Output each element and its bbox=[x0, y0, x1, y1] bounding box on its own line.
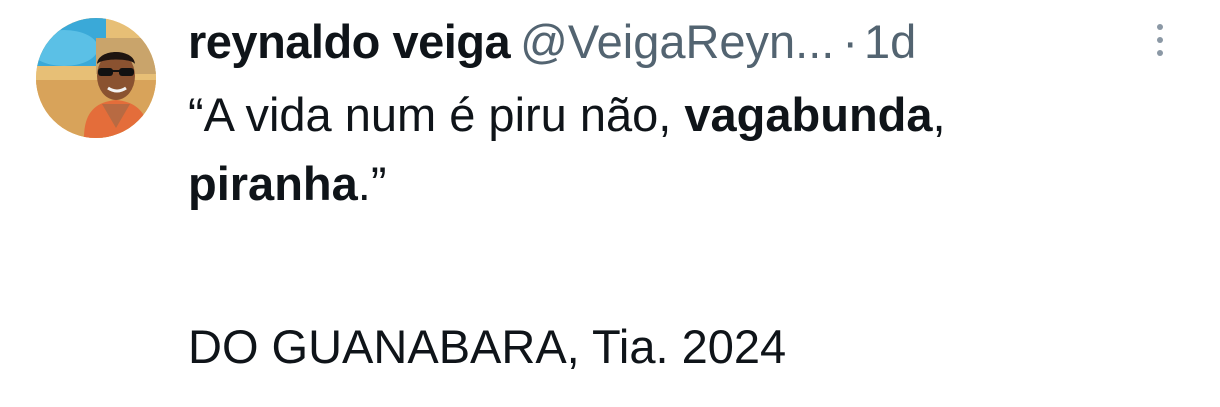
tweet-text: “A vida num é piru não, vagabunda, piran… bbox=[188, 80, 1198, 218]
tweet-text-segment: .” bbox=[357, 157, 387, 210]
tweet-footer-text: DO GUANABARA, Tia. 2024 bbox=[188, 320, 787, 373]
avatar-photo bbox=[36, 18, 156, 138]
tweet-text-line-1: “A vida num é piru não, vagabunda, bbox=[188, 80, 1198, 149]
more-dot bbox=[1157, 50, 1163, 56]
user-handle[interactable]: @VeigaReyn... bbox=[520, 15, 834, 68]
avatar[interactable] bbox=[36, 18, 156, 138]
tweet[interactable]: reynaldo veiga @VeigaReyn... · 1d “A vida n… bbox=[0, 0, 1220, 407]
tweet-text-segment: , bbox=[932, 88, 946, 141]
separator-dot: · bbox=[842, 15, 859, 68]
timestamp[interactable]: 1d bbox=[864, 15, 916, 68]
more-dot bbox=[1157, 24, 1163, 30]
tweet-text-line-2: piranha.” bbox=[188, 149, 1198, 218]
tweet-text-bold-segment: piranha bbox=[188, 157, 358, 210]
more-vertical-icon[interactable] bbox=[1150, 24, 1170, 68]
tweet-text-bold-segment: vagabunda bbox=[684, 88, 933, 141]
tweet-text-segment: “A vida num é piru não, bbox=[188, 88, 685, 141]
display-name[interactable]: reynaldo veiga bbox=[188, 15, 511, 68]
tweet-header: reynaldo veiga @VeigaReyn... · 1d bbox=[188, 12, 916, 72]
more-dot bbox=[1157, 37, 1163, 43]
